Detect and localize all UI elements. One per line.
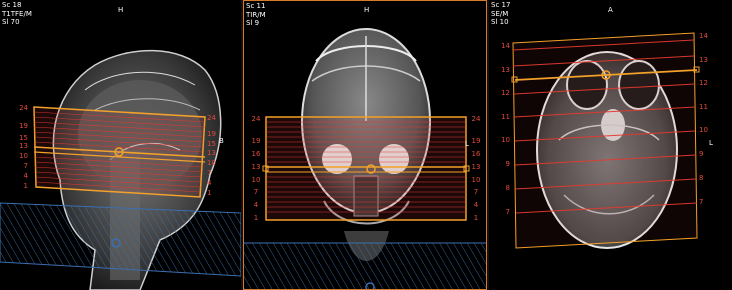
saturation-band[interactable]	[0, 203, 241, 276]
slice-label: 4	[207, 179, 212, 187]
slice-label: 13	[207, 149, 216, 157]
slice-label: 7	[254, 188, 258, 196]
slice-label: 19	[252, 137, 261, 145]
slice-label: 24	[207, 114, 216, 122]
slice-label: 15	[207, 140, 216, 148]
slice-label: 24	[472, 115, 481, 123]
slice-label: 13	[472, 163, 481, 171]
slice-label: 11	[501, 113, 510, 121]
slice-number: Sl 70	[2, 18, 20, 26]
slice-label: 10	[19, 152, 28, 160]
slice-label: 7	[24, 162, 28, 170]
slice-label: 1	[207, 189, 211, 197]
sagittal-viewport[interactable]: 24 19 15 13 10 7 4 1 24 19 15 13 10 7 4 …	[0, 0, 241, 290]
slice-label: 10	[472, 176, 481, 184]
slice-label: 8	[699, 174, 703, 182]
orientation-right: B	[219, 137, 224, 145]
slice-label: 8	[506, 184, 510, 192]
slice-label: 19	[207, 130, 216, 138]
slice-label: 7	[699, 198, 703, 206]
slice-stack-box[interactable]	[265, 116, 467, 221]
coronal-image: 24 19 16 13 10 7 4 1 24 19 16 13 10 7 4 …	[244, 28, 487, 290]
slice-label: 13	[501, 66, 510, 74]
slice-label: 7	[506, 208, 510, 216]
sequence-name: SE/M	[491, 9, 509, 18]
slice-label: 10	[501, 136, 510, 144]
slice-label: 15	[19, 134, 28, 142]
slice-number: Sl 9	[246, 19, 260, 27]
slice-label: 9	[699, 150, 703, 158]
slice-label: 24	[252, 115, 261, 123]
slice-label: 14	[699, 32, 708, 40]
slice-label: 4	[474, 201, 479, 209]
slice-label: 1	[474, 214, 478, 222]
slice-number: Sl 10	[491, 18, 509, 26]
slice-label: 1	[254, 214, 258, 222]
saturation-band[interactable]	[244, 243, 487, 290]
slice-label: 4	[24, 172, 29, 180]
sequence-name: TIR/M	[246, 10, 266, 19]
slice-label: 7	[474, 188, 478, 196]
orientation-right: L	[465, 140, 469, 148]
orientation-top: H	[118, 6, 124, 14]
slice-label: 13	[252, 163, 261, 171]
slice-label: 19	[19, 122, 28, 130]
series-number: Sc 17	[491, 1, 511, 9]
slice-label: 10	[207, 159, 216, 167]
slice-label: 13	[699, 56, 708, 64]
series-info: Sc 18 T1TFE/M Sl 70	[2, 1, 32, 27]
slice-label: 16	[472, 150, 481, 158]
slice-label: 14	[501, 42, 510, 50]
slice-label: 13	[19, 142, 28, 150]
slice-label: 16	[252, 150, 261, 158]
axial-viewport[interactable]: 14 13 12 11 10 9 8 7 14 13 12 11 10 9 8 …	[489, 0, 732, 290]
axial-image: 14 13 12 11 10 9 8 7 14 13 12 11 10 9 8 …	[501, 32, 708, 249]
slice-label: 1	[24, 182, 28, 190]
orientation-top: A	[608, 6, 613, 14]
series-info: Sc 17 SE/M Sl 10	[491, 1, 510, 27]
slice-label: 11	[699, 103, 708, 111]
slice-label: 7	[207, 169, 211, 177]
slice-stack-box[interactable]	[512, 32, 698, 249]
series-info: Sc 11 TIR/M Sl 9	[246, 2, 266, 28]
slice-label: 12	[699, 79, 708, 87]
sagittal-image: 24 19 15 13 10 7 4 1 24 19 15 13 10 7 4 …	[0, 49, 241, 290]
orientation-right: L	[709, 139, 713, 147]
sequence-name: T1TFE/M	[2, 9, 32, 18]
slice-label: 10	[699, 126, 708, 134]
slice-label: 4	[254, 201, 259, 209]
slice-label: 12	[501, 89, 510, 97]
slice-label: 10	[252, 176, 261, 184]
coronal-viewport[interactable]: 24 19 16 13 10 7 4 1 24 19 16 13 10 7 4 …	[243, 0, 487, 290]
orientation-top: H	[364, 6, 370, 14]
slice-label: 24	[19, 104, 28, 112]
slice-label: 19	[472, 137, 481, 145]
series-number: Sc 18	[2, 1, 22, 9]
series-number: Sc 11	[246, 2, 266, 10]
slice-label: 9	[506, 160, 510, 168]
